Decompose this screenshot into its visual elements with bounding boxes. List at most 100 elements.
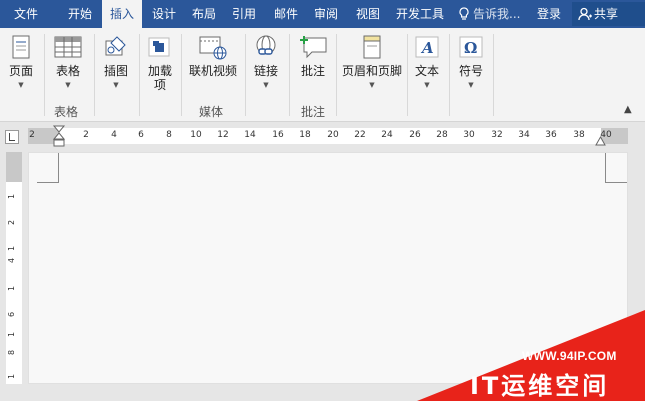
vertical-ruler-label: 1 xyxy=(7,285,17,292)
ruler-label: 8 xyxy=(166,130,172,140)
vertical-ruler[interactable]: 1 2 1 4 1 6 1 8 1 xyxy=(6,152,22,384)
separator xyxy=(44,34,45,116)
link-chevron-down-icon: ▼ xyxy=(263,81,269,89)
login-button[interactable]: 登录 xyxy=(537,0,561,28)
text-chevron-down-icon: ▼ xyxy=(424,81,430,89)
horizontal-ruler[interactable]: 2 2 4 6 8 10 12 14 16 18 20 22 24 26 28 … xyxy=(28,128,628,144)
online-video-button[interactable]: 联机视频 xyxy=(186,32,240,78)
header-footer-chevron-down-icon: ▼ xyxy=(369,81,375,89)
tab-view[interactable]: 视图 xyxy=(350,0,386,28)
tab-insert[interactable]: 插入 xyxy=(102,0,142,28)
vertical-ruler-label: 2 xyxy=(7,219,17,226)
vertical-ruler-label: 1 xyxy=(7,373,17,380)
comment-label: 批注 xyxy=(300,64,325,78)
page-label: 页面 xyxy=(8,64,33,78)
tab-file[interactable]: 文件 xyxy=(4,0,48,28)
tab-developer[interactable]: 开发工具 xyxy=(390,0,450,28)
header-footer-button[interactable]: 页眉和页脚 ▼ xyxy=(341,32,403,90)
ruler-label: 32 xyxy=(491,130,503,140)
ruler-label: 20 xyxy=(327,130,339,140)
ruler-label: 16 xyxy=(272,130,284,140)
tab-selector-icon[interactable] xyxy=(5,130,19,144)
symbol-button[interactable]: Ω 符号 ▼ xyxy=(455,32,487,90)
ribbon-insert: 页面 ▼ 表格 ▼ 表格 插图 ▼ 加载项 联机视频 媒体 链接 ▼ 批注 批注… xyxy=(0,28,645,122)
addins-label: 加载项 xyxy=(147,64,172,92)
share-button[interactable]: 共享 xyxy=(572,2,645,26)
ruler-label: 24 xyxy=(381,130,393,140)
crop-mark-top-right xyxy=(605,153,627,183)
ruler-label: 22 xyxy=(354,130,366,140)
person-icon xyxy=(578,7,592,21)
group-label-media: 媒体 xyxy=(199,105,224,119)
word-window: 文件 开始 插入 设计 布局 引用 邮件 审阅 视图 开发工具 告诉我... 登… xyxy=(0,0,645,401)
share-label: 共享 xyxy=(594,7,619,21)
top-margin xyxy=(6,152,22,182)
illustrations-chevron-down-icon: ▼ xyxy=(113,81,119,89)
page-button[interactable]: 页面 ▼ xyxy=(5,32,37,90)
ruler-label: 12 xyxy=(217,130,229,140)
text-icon: A xyxy=(412,32,442,62)
ruler-label: 28 xyxy=(436,130,448,140)
ruler-label: 6 xyxy=(138,130,144,140)
watermark-url: WWW.94IP.COM xyxy=(522,349,617,363)
ruler-label: 10 xyxy=(190,130,202,140)
symbol-label: 符号 xyxy=(458,64,483,78)
tab-design[interactable]: 设计 xyxy=(144,0,184,28)
header-footer-label: 页眉和页脚 xyxy=(341,64,402,78)
right-indent-marker-icon[interactable] xyxy=(595,134,607,146)
vertical-ruler-label: 6 xyxy=(7,311,17,318)
table-button[interactable]: 表格 ▼ xyxy=(50,32,86,90)
tab-home[interactable]: 开始 xyxy=(58,0,102,28)
text-button[interactable]: A 文本 ▼ xyxy=(411,32,443,90)
menu-bar: 文件 开始 插入 设计 布局 引用 邮件 审阅 视图 开发工具 告诉我... 登… xyxy=(0,0,645,28)
vertical-ruler-label: 1 xyxy=(7,331,17,338)
ruler-label: 34 xyxy=(518,130,530,140)
lightbulb-icon xyxy=(459,7,469,20)
tell-me-box[interactable]: 告诉我... xyxy=(458,0,520,28)
vertical-ruler-label: 4 xyxy=(7,257,17,264)
tab-review[interactable]: 审阅 xyxy=(308,0,344,28)
tab-references[interactable]: 引用 xyxy=(226,0,262,28)
ruler-label: 26 xyxy=(409,130,421,140)
page-chevron-down-icon: ▼ xyxy=(18,81,24,89)
symbol-icon: Ω xyxy=(456,32,486,62)
link-icon xyxy=(251,32,281,62)
table-chevron-down-icon: ▼ xyxy=(65,81,71,89)
vertical-ruler-label: 1 xyxy=(7,193,17,200)
illustrations-label: 插图 xyxy=(103,64,128,78)
separator xyxy=(336,34,337,116)
collapse-ribbon-icon[interactable]: ▲ xyxy=(624,104,632,115)
svg-text:Ω: Ω xyxy=(464,39,477,57)
comment-icon xyxy=(298,32,328,62)
ruler-label: 30 xyxy=(463,130,475,140)
illustrations-icon xyxy=(101,32,131,62)
indent-marker-icon[interactable] xyxy=(53,125,67,153)
svg-text:A: A xyxy=(420,39,434,57)
ruler-label: 36 xyxy=(545,130,557,140)
text-label: 文本 xyxy=(414,64,439,78)
illustrations-button[interactable]: 插图 ▼ xyxy=(100,32,132,90)
table-icon xyxy=(53,32,83,62)
ruler-label: 2 xyxy=(83,130,89,140)
tab-layout[interactable]: 布局 xyxy=(186,0,222,28)
tell-me-text: 告诉我... xyxy=(473,7,521,21)
separator xyxy=(407,34,408,116)
addins-button[interactable]: 加载项 xyxy=(144,32,176,92)
group-label-comments: 批注 xyxy=(301,105,326,119)
page-icon xyxy=(6,32,36,62)
crop-mark-top-left xyxy=(37,153,59,183)
separator xyxy=(94,34,95,116)
vertical-ruler-label: 1 xyxy=(7,245,17,252)
link-button[interactable]: 链接 ▼ xyxy=(250,32,282,90)
separator xyxy=(245,34,246,116)
ruler-label: 14 xyxy=(244,130,256,140)
comment-button[interactable]: 批注 xyxy=(295,32,331,78)
online-video-label: 联机视频 xyxy=(188,64,237,78)
separator xyxy=(181,34,182,116)
ruler-bar: 2 2 4 6 8 10 12 14 16 18 20 22 24 26 28 … xyxy=(0,122,645,152)
ruler-label: 18 xyxy=(299,130,311,140)
link-label: 链接 xyxy=(253,64,278,78)
tab-mailings[interactable]: 邮件 xyxy=(268,0,304,28)
separator xyxy=(139,34,140,116)
vertical-ruler-label: 8 xyxy=(7,349,17,356)
